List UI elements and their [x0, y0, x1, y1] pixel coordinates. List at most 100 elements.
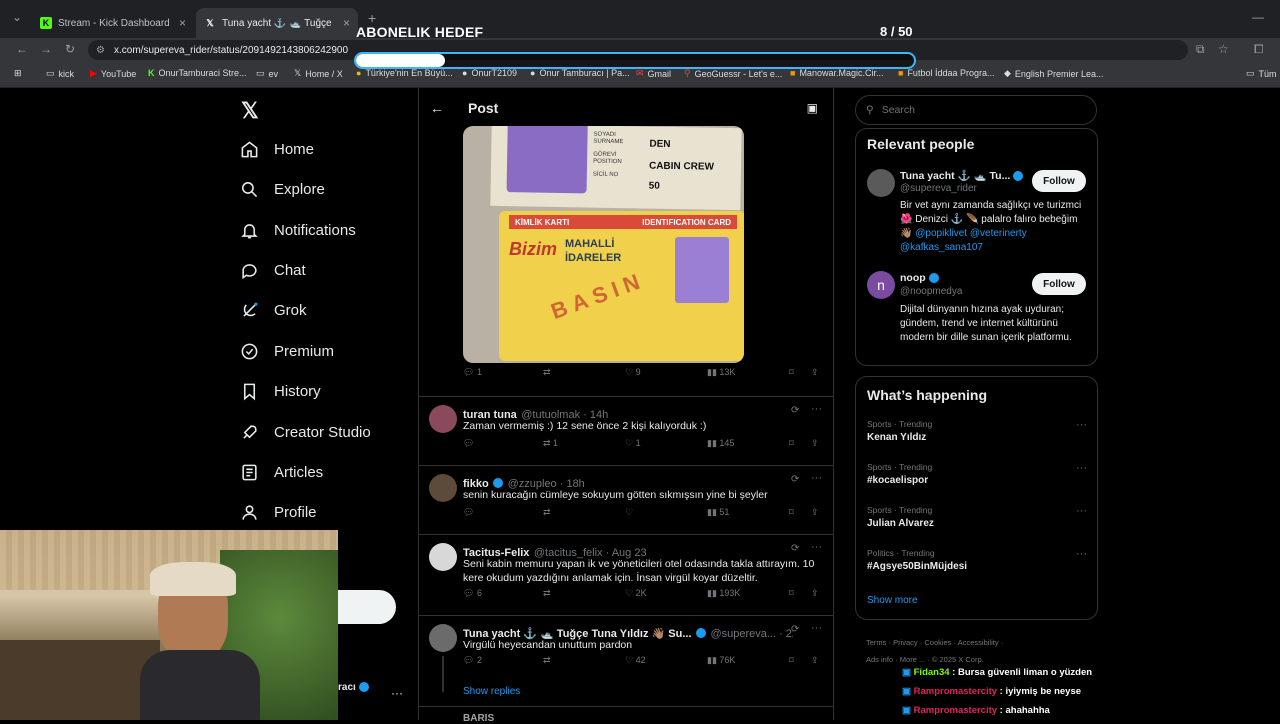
tab-search-icon[interactable]: ⌄: [12, 10, 22, 24]
trend-item[interactable]: Sports · Trending #kocaelispor ···: [867, 462, 1087, 486]
share-icon[interactable]: ⇪: [811, 655, 819, 666]
show-replies-link[interactable]: Show replies: [463, 686, 520, 697]
extensions-icon[interactable]: ⧠: [1254, 42, 1264, 57]
share-icon[interactable]: ⇪: [811, 367, 819, 378]
reply-button[interactable]: 💬︎ 1: [463, 367, 482, 378]
close-icon[interactable]: ×: [179, 16, 186, 30]
nav-creator-studio[interactable]: Creator Studio: [240, 423, 371, 442]
bookmark-item[interactable]: ▭ Tüm: [1246, 68, 1277, 79]
views-button[interactable]: ▮▮ 13K: [707, 367, 735, 378]
footer-link[interactable]: Ads info: [866, 655, 893, 664]
person-name[interactable]: Tuna yacht ⚓ 🛥️ Tu...: [900, 169, 1024, 182]
search-input[interactable]: ⚲ Search: [855, 95, 1097, 125]
post-image[interactable]: SOYADI SURNAME DEN GÖREVİ POSITION CABIN C…: [463, 126, 744, 363]
avatar[interactable]: [429, 405, 457, 433]
more-icon[interactable]: ···: [1076, 548, 1087, 560]
nav-grok[interactable]: Grok: [240, 301, 307, 320]
bookmark-icon[interactable]: ⌑: [789, 367, 794, 378]
footer-link[interactable]: Accessibility: [958, 638, 999, 647]
bookmark-item[interactable]: ✉ Gmail: [636, 68, 671, 79]
trend-item[interactable]: Sports · Trending Julian Alvarez ···: [867, 505, 1087, 529]
grok-icon[interactable]: ⟳: [791, 543, 799, 554]
back-arrow-icon[interactable]: ←: [430, 100, 444, 116]
bookmark-item[interactable]: ◆ English Premier Lea...: [1004, 68, 1103, 79]
more-icon[interactable]: ···: [1076, 505, 1087, 517]
share-icon[interactable]: ⇪: [811, 588, 819, 599]
repost-button[interactable]: ⇄ 1: [543, 438, 558, 449]
more-icon[interactable]: ···: [811, 541, 822, 553]
repost-button[interactable]: ⇄: [543, 367, 551, 378]
repost-button[interactable]: ⇄: [543, 588, 551, 599]
nav-home[interactable]: Home: [240, 140, 314, 159]
more-icon[interactable]: ···: [811, 403, 822, 415]
follow-button[interactable]: Follow: [1032, 170, 1086, 192]
like-button[interactable]: ♡ 42: [625, 655, 646, 666]
reply-item[interactable]: fikko @zzupleo · 18h ⟳ ··· senin kuracağın …: [419, 465, 833, 534]
views-button[interactable]: ▮▮ 76K: [707, 655, 735, 666]
avatar[interactable]: n: [867, 271, 895, 299]
share-icon[interactable]: ⇪: [811, 507, 819, 518]
views-button[interactable]: ▮▮ 51: [707, 507, 729, 518]
tab-kick-dashboard[interactable]: K Stream - Kick Dashboard ×: [32, 8, 194, 38]
site-info-icon[interactable]: ⚙: [96, 45, 105, 56]
like-button[interactable]: ♡: [625, 507, 633, 518]
forward-icon[interactable]: →: [40, 42, 52, 56]
views-button[interactable]: ▮▮ 145: [707, 438, 734, 449]
bookmark-icon[interactable]: ⌑: [789, 507, 794, 518]
bookmark-item[interactable]: 𝕏 Home / X: [294, 68, 343, 79]
nav-explore[interactable]: Explore: [240, 180, 325, 199]
footer-link[interactable]: Privacy: [893, 638, 918, 647]
trend-item[interactable]: Politics · Trending #Agsye50BinMüjdesi ···: [867, 548, 1087, 572]
footer-link[interactable]: Cookies: [924, 638, 951, 647]
x-logo-icon[interactable]: 𝕏: [241, 98, 259, 124]
grok-icon[interactable]: ⟳: [791, 474, 799, 485]
follow-button[interactable]: Follow: [1032, 273, 1086, 295]
install-icon[interactable]: ⧉: [1196, 42, 1205, 57]
reply-button[interactable]: 💬︎: [463, 507, 474, 518]
nav-history[interactable]: History: [240, 382, 321, 401]
bookmark-icon[interactable]: ⌑: [789, 438, 794, 449]
avatar[interactable]: [429, 543, 457, 571]
footer-link[interactable]: Terms: [866, 638, 886, 647]
reply-button[interactable]: 💬︎: [463, 438, 474, 449]
reader-icon[interactable]: ▣: [807, 101, 818, 115]
reply-button[interactable]: 💬︎ 2: [463, 655, 482, 666]
more-icon[interactable]: ···: [1076, 462, 1087, 474]
bookmark-item[interactable]: K OnurTamburaci Stre...: [148, 68, 247, 78]
grok-icon[interactable]: ⟳: [791, 624, 799, 635]
like-button[interactable]: ♡ 9: [625, 367, 641, 378]
reply-button[interactable]: 💬︎ 6: [463, 588, 482, 599]
reload-icon[interactable]: ↻: [65, 42, 75, 56]
trend-item[interactable]: Sports · Trending Kenan Yıldız ···: [867, 419, 1087, 443]
bookmark-item[interactable]: ▭ kick: [46, 68, 74, 79]
close-icon[interactable]: ×: [343, 16, 350, 30]
nav-notifications[interactable]: Notifications: [240, 221, 356, 240]
avatar[interactable]: [429, 624, 457, 652]
show-more-link[interactable]: Show more: [867, 595, 918, 606]
bookmark-item[interactable]: ● OnurT2109: [462, 68, 517, 78]
views-button[interactable]: ▮▮ 193K: [707, 588, 740, 599]
avatar[interactable]: [867, 169, 895, 197]
like-button[interactable]: ♡ 1: [625, 438, 641, 449]
like-button[interactable]: ♡ 2K: [625, 588, 647, 599]
account-name[interactable]: racı: [338, 682, 369, 693]
more-icon[interactable]: ···: [1076, 419, 1087, 431]
share-icon[interactable]: ⇪: [811, 438, 819, 449]
star-icon[interactable]: ☆: [1218, 42, 1229, 56]
nav-chat[interactable]: Chat: [240, 261, 306, 280]
bookmark-item[interactable]: ■ Futbol İddaa Progra...: [898, 68, 995, 78]
bookmark-item[interactable]: ▶ YouTube: [90, 68, 136, 79]
more-icon[interactable]: ···: [391, 686, 403, 700]
more-icon[interactable]: ···: [811, 622, 822, 634]
avatar[interactable]: [429, 474, 457, 502]
footer-link[interactable]: More ...: [900, 655, 925, 664]
repost-button[interactable]: ⇄: [543, 507, 551, 518]
grok-icon[interactable]: ⟳: [791, 405, 799, 416]
nav-articles[interactable]: Articles: [240, 463, 323, 482]
repost-button[interactable]: ⇄: [543, 655, 551, 666]
tab-x-post[interactable]: 𝕏 Tuna yacht ⚓ 🛥️ Tuğçe Tuna Y ×: [196, 8, 358, 38]
more-icon[interactable]: ···: [811, 472, 822, 484]
bookmark-item[interactable]: ● Türkiye'nin En Büyü...: [356, 68, 453, 78]
reply-item[interactable]: turan tuna @tutuolmak · 14h ⟳ ··· Zaman ver…: [419, 396, 833, 465]
bookmark-icon[interactable]: ⌑: [789, 588, 794, 599]
